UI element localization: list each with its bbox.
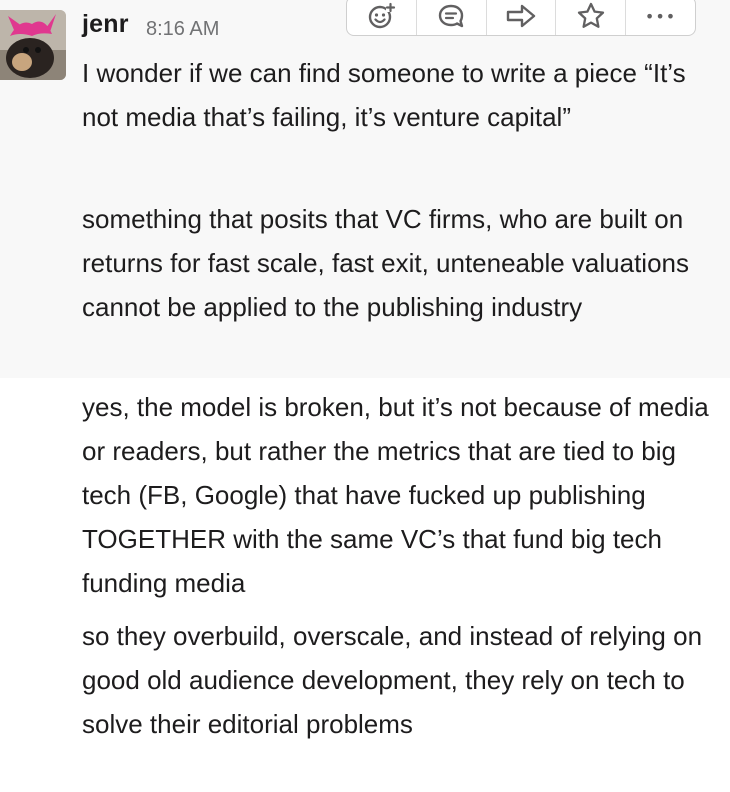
- dog-with-pink-hat-avatar: [0, 10, 66, 80]
- message-text: so they overbuild, overscale, and instea…: [82, 621, 703, 739]
- star-icon: [577, 2, 604, 28]
- share-message-button[interactable]: [487, 0, 557, 35]
- start-thread-button[interactable]: [417, 0, 487, 35]
- more-actions-button[interactable]: •••: [626, 0, 695, 35]
- message-text: something that posits that VC firms, who…: [82, 204, 690, 322]
- avatar[interactable]: [0, 10, 66, 80]
- start-thread-icon: [438, 4, 464, 28]
- message-text: I wonder if we can find someone to write…: [82, 58, 686, 132]
- star-message-button[interactable]: [556, 0, 627, 35]
- message-timestamp[interactable]: 8:16 AM: [146, 18, 219, 41]
- message-actions-toolbar: •••: [346, 0, 696, 36]
- message-author[interactable]: jenr: [82, 10, 129, 39]
- share-message-icon: [506, 4, 536, 28]
- more-actions-icon: •••: [644, 6, 677, 26]
- message-text: yes, the model is broken, but it’s not b…: [82, 392, 709, 598]
- add-reaction-button[interactable]: [347, 0, 417, 35]
- add-reaction-icon: [369, 2, 396, 29]
